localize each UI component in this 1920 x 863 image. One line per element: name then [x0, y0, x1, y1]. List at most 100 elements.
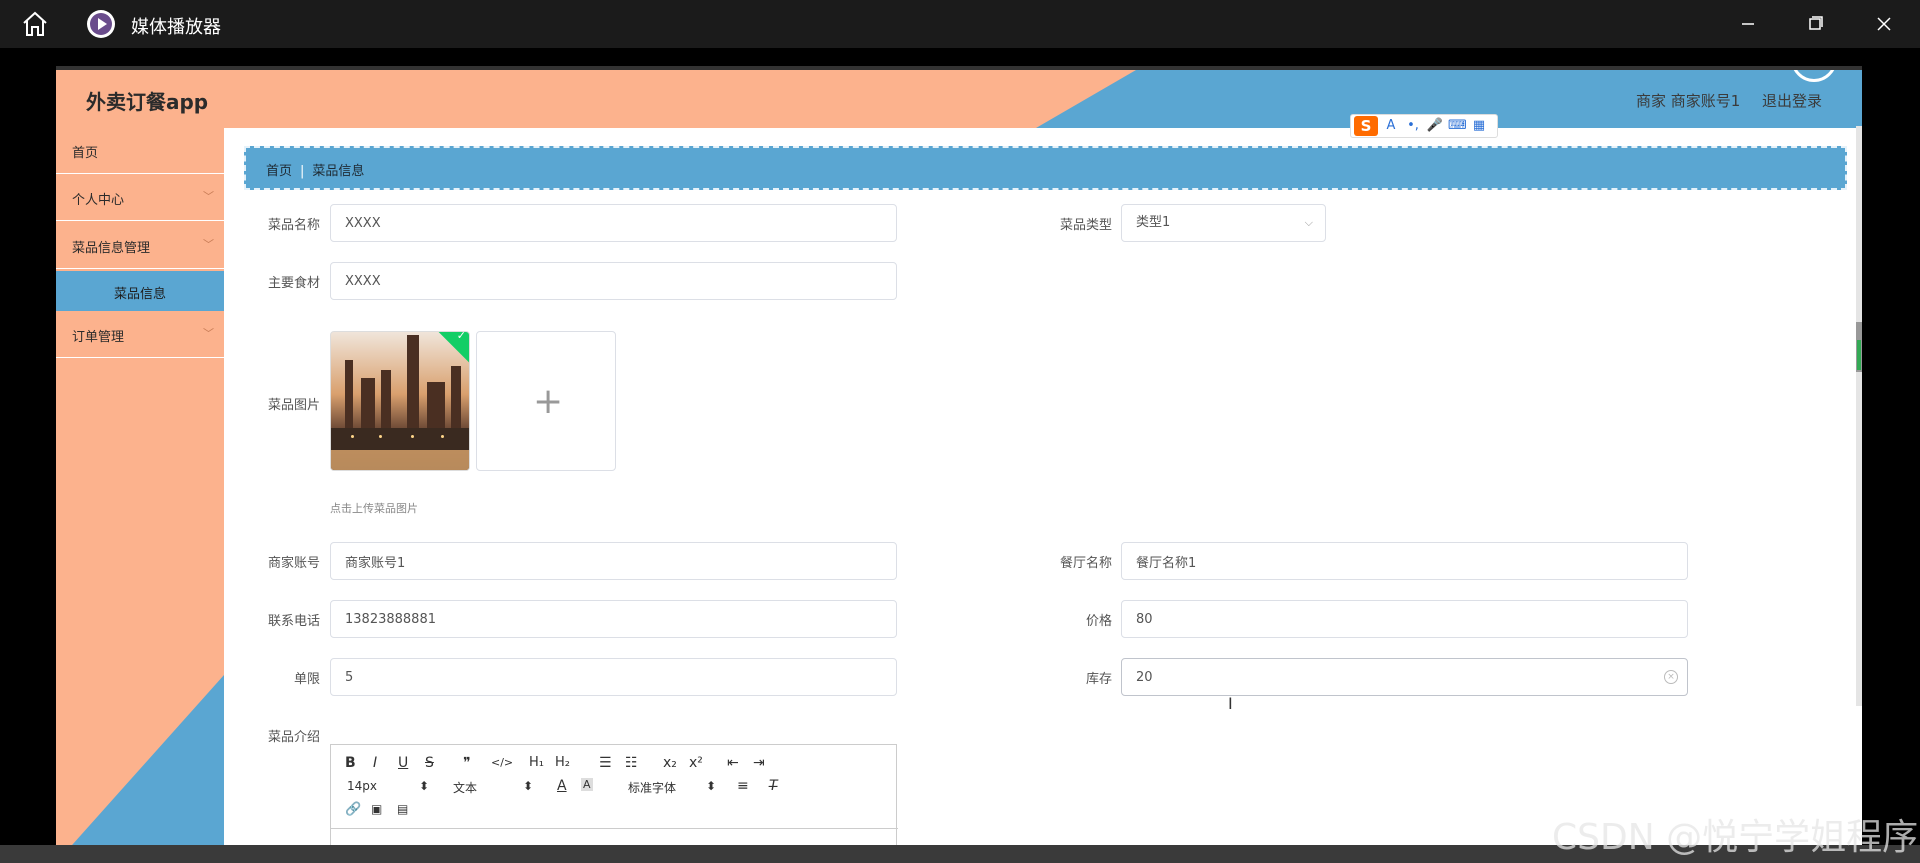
outdent-button[interactable]: ⇤	[727, 755, 739, 771]
sidebar-item-personal-center[interactable]: 个人中心 ﹀	[56, 175, 224, 221]
minimize-icon[interactable]	[1728, 10, 1768, 38]
text-cursor-icon: I	[1228, 694, 1233, 713]
breadcrumb: 首页 | 菜品信息	[244, 146, 1847, 190]
ime-font-icon[interactable]: A	[1382, 117, 1400, 135]
web-app-frame: 外卖订餐app 商家 商家账号1 退出登录 首页 个人中心 ﹀ 菜品信息管理 ﹀…	[56, 66, 1862, 863]
close-icon[interactable]	[1864, 10, 1904, 38]
description-label: 菜品介绍	[267, 730, 320, 745]
breadcrumb-home[interactable]: 首页	[266, 164, 292, 179]
subscript-button[interactable]: x₂	[663, 755, 677, 771]
chevron-down-icon: ⌵	[1304, 216, 1313, 229]
scrollbar[interactable]	[1856, 126, 1862, 706]
player-title: 媒体播放器	[131, 17, 221, 38]
ime-toolbar: S A •, 🎤 ⌨ ▦	[1350, 114, 1498, 138]
logout-link[interactable]: 退出登录	[1762, 90, 1822, 111]
player-title-bar: 媒体播放器	[0, 0, 1920, 48]
avatar[interactable]	[1791, 70, 1837, 82]
sidebar-subitem-dish-info[interactable]: 菜品信息	[56, 271, 224, 311]
sidebar-item-dish-management[interactable]: 菜品信息管理 ﹀	[56, 223, 224, 269]
main-ingredients-label: 主要食材	[267, 276, 320, 291]
dish-image-label: 菜品图片	[267, 398, 320, 413]
limit-input[interactable]	[330, 658, 897, 696]
sidebar-item-label: 菜品信息管理	[72, 241, 151, 256]
dish-image-thumbnail[interactable]: ✓	[330, 331, 470, 471]
upload-hint: 点击上传菜品图片	[330, 502, 418, 515]
media-player-logo-icon	[87, 10, 115, 38]
chevron-down-icon: ﹀	[203, 327, 214, 340]
sidebar-item-label: 订单管理	[72, 330, 125, 345]
italic-button[interactable]: I	[373, 755, 377, 771]
font-color-icon[interactable]: A	[557, 778, 567, 794]
main-ingredients-input[interactable]	[330, 262, 897, 300]
dish-type-label: 菜品类型	[1059, 218, 1112, 233]
sidebar-item-label: 个人中心	[72, 193, 125, 208]
user-info: 商家 商家账号1	[1636, 92, 1741, 110]
strike-button[interactable]: S	[425, 755, 434, 771]
background-color-icon[interactable]: A	[581, 778, 593, 791]
dish-name-input[interactable]	[330, 204, 897, 242]
sidebar-item-home[interactable]: 首页	[56, 128, 224, 174]
restaurant-name-input[interactable]	[1121, 542, 1688, 580]
underline-button[interactable]: U	[398, 755, 408, 771]
clear-input-icon[interactable]: ×	[1664, 670, 1678, 684]
app-header: 外卖订餐app 商家 商家账号1 退出登录	[56, 70, 1862, 128]
heading2-button[interactable]: H₂	[555, 755, 570, 770]
blockquote-button[interactable]: ❞	[463, 755, 471, 771]
editor-toolbar: B I U S ❞ </> H₁ H₂ ☰ ☷ x₂ x² ⇤ ⇥ 14px ⬍ …	[331, 745, 898, 829]
clear-format-icon[interactable]: T̶	[769, 778, 778, 794]
image-icon[interactable]: ▣	[371, 802, 382, 816]
bold-button[interactable]: B	[345, 755, 356, 771]
scroll-marker	[1857, 340, 1861, 370]
updown-icon: ⬍	[523, 779, 534, 793]
updown-icon: ⬍	[706, 779, 717, 793]
superscript-button[interactable]: x²	[689, 755, 703, 771]
stock-label: 库存	[1085, 672, 1112, 687]
sidebar: 首页 个人中心 ﹀ 菜品信息管理 ﹀ 菜品信息 订单管理 ﹀	[56, 128, 224, 863]
watermark: CSDN @悦宁学姐程序	[1552, 817, 1919, 858]
upload-success-check-icon: ✓	[436, 332, 469, 363]
font-family-select[interactable]: 标准字体 ⬍	[628, 779, 716, 796]
updown-icon: ⬍	[419, 779, 430, 793]
chevron-down-icon: ﹀	[203, 238, 214, 251]
restore-icon[interactable]	[1795, 10, 1835, 38]
sidebar-item-order-management[interactable]: 订单管理 ﹀	[56, 312, 224, 358]
breadcrumb-current: 菜品信息	[312, 164, 365, 179]
indent-button[interactable]: ⇥	[753, 755, 765, 771]
price-input[interactable]	[1121, 600, 1688, 638]
sogou-logo-icon[interactable]: S	[1354, 116, 1378, 136]
merchant-account-label: 商家账号	[267, 556, 320, 571]
phone-label: 联系电话	[267, 614, 320, 629]
ime-toolbox-icon[interactable]: ▦	[1470, 117, 1488, 135]
block-type-value: 文本	[453, 781, 478, 795]
stock-input[interactable]	[1121, 658, 1688, 696]
font-size-select[interactable]: 14px ⬍	[347, 779, 429, 793]
font-family-value: 标准字体	[628, 781, 677, 795]
brand-title: 外卖订餐app	[86, 90, 209, 114]
plus-icon: +	[533, 381, 564, 422]
limit-label: 单限	[293, 672, 320, 687]
dish-type-select[interactable]: 类型1 ⌵	[1121, 204, 1326, 242]
sidebar-item-label: 首页	[72, 146, 99, 161]
ime-punctuation-icon[interactable]: •,	[1404, 117, 1422, 135]
image-upload-button[interactable]: +	[476, 331, 616, 471]
merchant-account-input[interactable]	[330, 542, 897, 580]
code-block-button[interactable]: </>	[491, 756, 513, 769]
dish-name-label: 菜品名称	[267, 218, 320, 233]
ime-keyboard-icon[interactable]: ⌨	[1448, 117, 1467, 135]
bullet-list-button[interactable]: ☷	[625, 755, 638, 771]
font-size-value: 14px	[347, 779, 377, 793]
home-icon[interactable]	[20, 10, 50, 38]
block-type-select[interactable]: 文本 ⬍	[453, 779, 533, 796]
header-peach-shape	[56, 70, 1136, 128]
chevron-down-icon: ﹀	[203, 190, 214, 203]
ordered-list-button[interactable]: ☰	[599, 755, 612, 771]
phone-input[interactable]	[330, 600, 897, 638]
breadcrumb-separator: |	[300, 164, 305, 179]
align-icon[interactable]: ≡	[737, 778, 749, 794]
heading1-button[interactable]: H₁	[529, 755, 544, 770]
dish-type-value: 类型1	[1136, 215, 1171, 230]
ime-voice-icon[interactable]: 🎤	[1426, 117, 1444, 135]
link-icon[interactable]: 🔗	[345, 802, 361, 817]
video-icon[interactable]: ▤	[397, 802, 408, 816]
restaurant-name-label: 餐厅名称	[1059, 556, 1112, 571]
